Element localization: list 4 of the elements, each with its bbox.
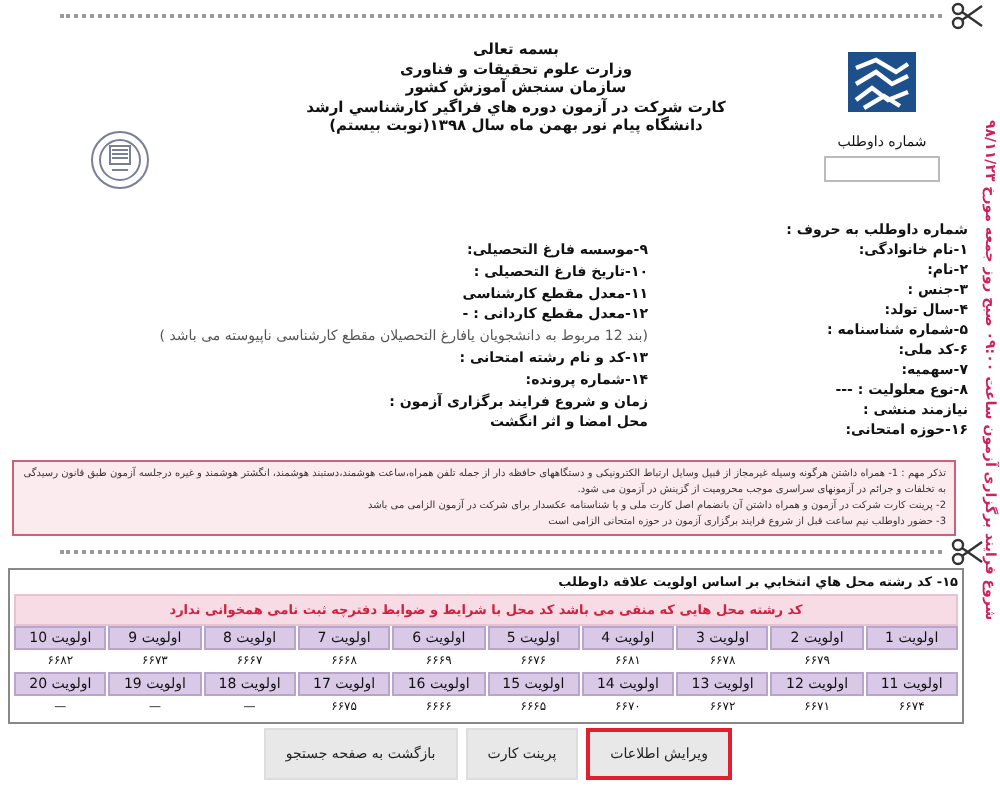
logo-icon (848, 52, 916, 112)
scissors-icon (950, 2, 984, 30)
candidate-number-field (824, 156, 940, 182)
scissors-icon (950, 538, 984, 566)
